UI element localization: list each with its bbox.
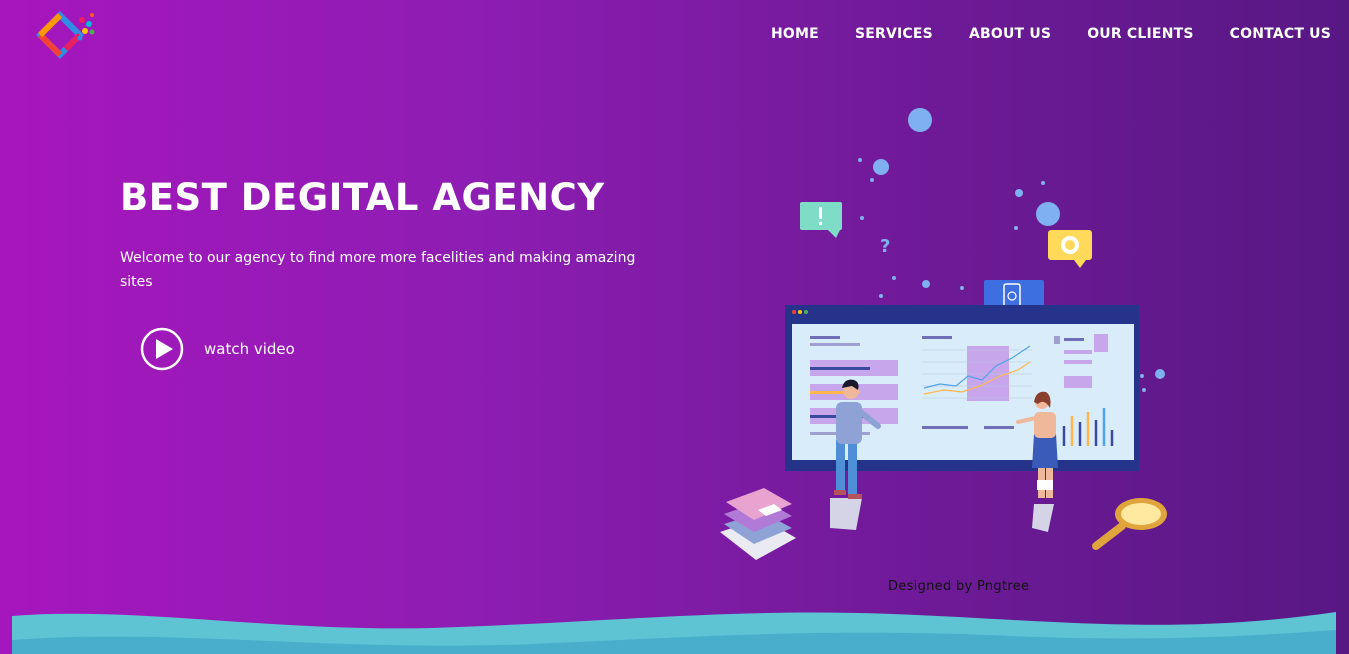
nav-services[interactable]: SERVICES — [855, 26, 933, 42]
phone-bubble-icon — [1048, 230, 1092, 268]
nav-our-clients[interactable]: OUR CLIENTS — [1087, 26, 1193, 42]
watch-video-button[interactable]: watch video — [140, 327, 295, 371]
alert-bubble-icon — [800, 202, 842, 238]
nav-home[interactable]: HOME — [771, 26, 819, 42]
question-mark-icon: ? — [880, 236, 890, 257]
hero-title: BEST DEGITAL AGENCY — [120, 176, 605, 219]
bottom-wave-decoration — [12, 612, 1336, 654]
nav-contact-us[interactable]: CONTACT US — [1230, 26, 1331, 42]
illustration-credit: Designed by Pngtree — [888, 579, 1030, 594]
nav-about-us[interactable]: ABOUT US — [969, 26, 1051, 42]
watch-video-label[interactable]: watch video — [204, 340, 295, 358]
team-analytics-dashboard-illustration: ? — [720, 108, 1167, 560]
brand-logo-icon[interactable] — [36, 10, 100, 60]
hero-description: Welcome to our agency to find more more … — [120, 250, 636, 290]
play-circle-icon[interactable] — [140, 327, 184, 371]
book-stack — [720, 488, 796, 560]
main-nav: HOME SERVICES ABOUT US OUR CLIENTS CONTA… — [771, 26, 1331, 42]
magnifier-icon — [1092, 498, 1167, 550]
